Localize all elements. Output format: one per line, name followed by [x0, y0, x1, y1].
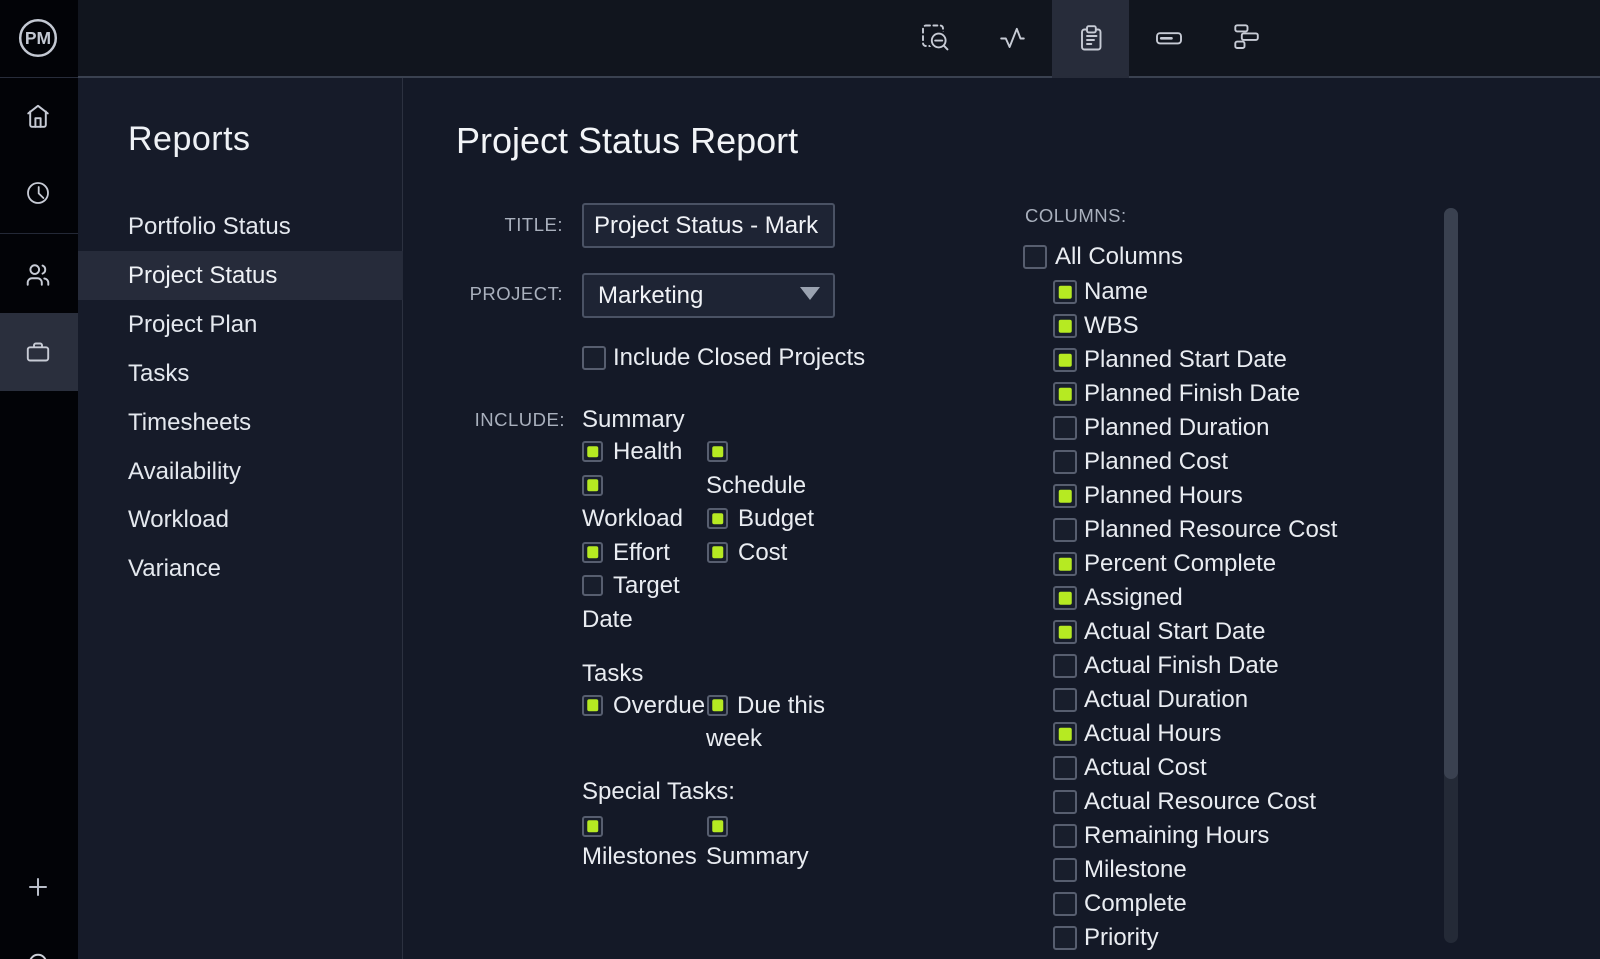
- svg-text:PM: PM: [25, 28, 51, 48]
